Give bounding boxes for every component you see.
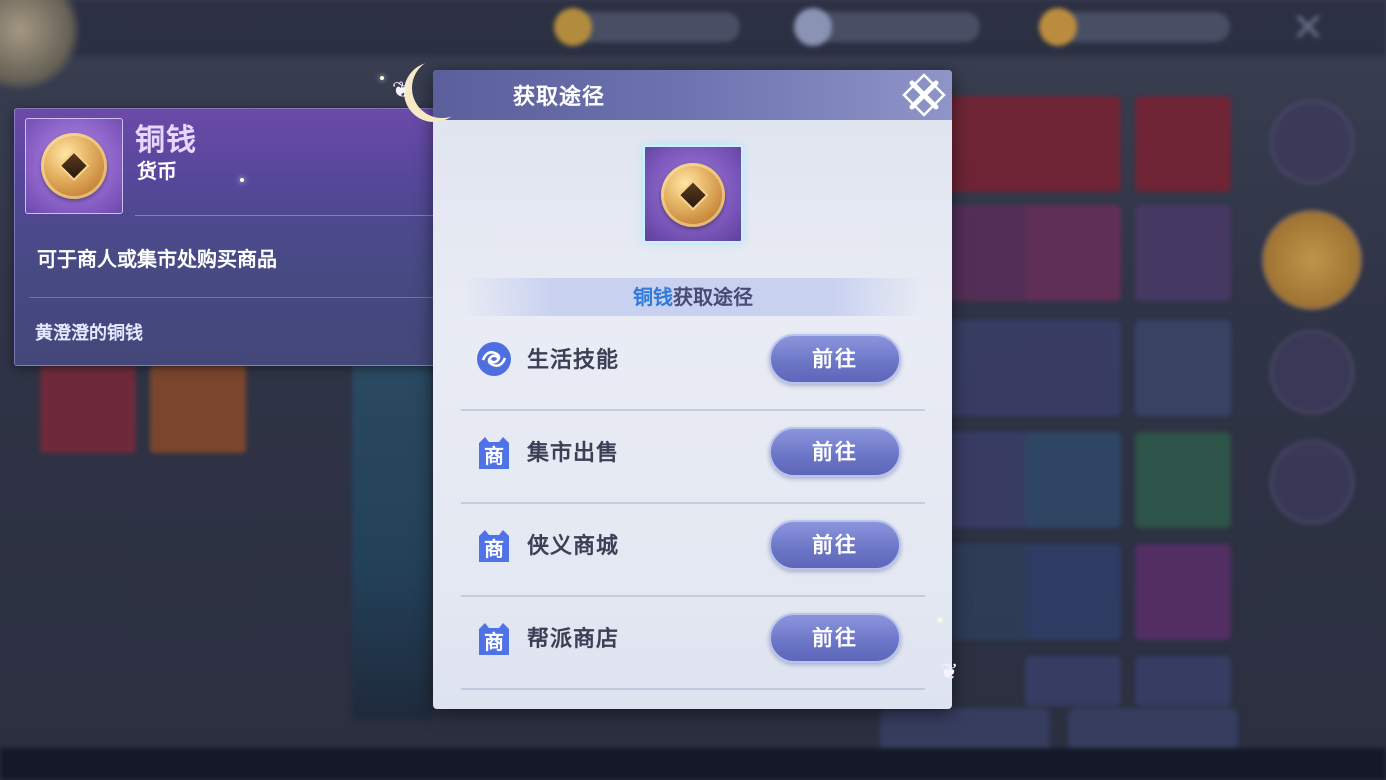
bg-close-icon: ✕ — [1291, 5, 1325, 51]
bg-grid-cell — [1025, 432, 1121, 528]
go-button[interactable]: 前往 — [769, 613, 901, 663]
go-button[interactable]: 前往 — [769, 334, 901, 384]
item-flavor-text: 黄澄澄的铜钱 — [35, 323, 143, 344]
copper-coin-icon — [41, 133, 107, 199]
item-tooltip: 铜钱 货币 可于商人或集市处购买商品 黄澄澄的铜钱 — [14, 108, 466, 366]
bg-grid-cell — [1135, 432, 1231, 528]
bg-grid-cell — [1025, 320, 1121, 416]
bg-bottom-bar — [0, 748, 1386, 780]
bg-lower-button — [1068, 708, 1238, 752]
skill-swirl-icon — [477, 342, 511, 376]
svg-text:商: 商 — [484, 444, 504, 468]
crescent-moon-decoration — [412, 58, 472, 118]
bg-side-button — [1270, 100, 1354, 184]
shop-icon: 商 — [479, 530, 509, 562]
route-label: 侠义商城 — [527, 534, 620, 559]
route-label: 生活技能 — [527, 348, 620, 373]
shop-icon: 商 — [479, 623, 509, 655]
item-type: 货币 — [137, 159, 177, 183]
item-icon-frame — [25, 118, 123, 214]
bg-grid-cell — [1135, 96, 1231, 192]
bg-resource-2 — [794, 8, 980, 46]
sparkle-decoration — [240, 178, 244, 182]
svg-text:商: 商 — [484, 630, 504, 654]
divider — [461, 688, 925, 690]
bg-grid-cell — [1025, 544, 1121, 640]
bg-grid-cell — [1135, 656, 1231, 706]
route-row: 商 侠义商城 前往 — [461, 504, 925, 597]
bg-grid-cell — [1025, 205, 1121, 301]
bg-resource-1 — [554, 8, 740, 46]
bg-card — [150, 365, 246, 453]
close-icon — [902, 73, 946, 117]
route-row: 商 集市出售 前往 — [461, 411, 925, 504]
divider — [135, 215, 445, 216]
heading-item-name: 铜钱 — [633, 285, 673, 309]
bg-side-button — [1270, 440, 1354, 524]
bg-grid-cell — [1025, 656, 1121, 706]
close-button[interactable] — [901, 72, 947, 118]
bg-grid-cell — [1025, 96, 1121, 192]
heading-suffix: 获取途径 — [673, 285, 753, 309]
shop-icon: 商 — [479, 437, 509, 469]
bg-side-button — [1262, 210, 1362, 310]
bg-character — [352, 340, 432, 720]
acquire-route-heading: 铜钱获取途径 — [463, 278, 923, 316]
bg-grid-cell — [1135, 544, 1231, 640]
item-name: 铜钱 — [135, 123, 197, 158]
go-button[interactable]: 前往 — [769, 427, 901, 477]
panel-title: 获取途径 — [513, 85, 606, 110]
bg-lower-button — [880, 708, 1050, 752]
bg-side-button — [1270, 330, 1354, 414]
route-row: 生活技能 前往 — [461, 318, 925, 411]
item-description: 可于商人或集市处购买商品 — [37, 247, 277, 271]
copper-coin-icon — [661, 163, 725, 227]
item-preview-frame — [643, 145, 743, 243]
route-label: 集市出售 — [527, 441, 620, 466]
route-row: 商 帮派商店 前往 — [461, 597, 925, 690]
sparkle-decoration — [380, 76, 384, 80]
bg-grid-cell — [1135, 205, 1231, 301]
route-label: 帮派商店 — [527, 627, 620, 652]
bg-moon-decoration — [0, 0, 80, 90]
sparkle-decoration — [938, 618, 942, 622]
bg-resource-3 — [1039, 8, 1230, 46]
divider — [29, 297, 455, 298]
panel-header — [433, 70, 952, 120]
svg-text:商: 商 — [484, 537, 504, 561]
acquire-panel: 获取途径 铜钱获取途径 生活技能 前往 商 集市出售 前往 商 侠义商城 前往 … — [433, 70, 952, 709]
bg-grid-cell — [1135, 320, 1231, 416]
bg-card — [40, 365, 136, 453]
bird-decoration-icon: ❦ — [940, 660, 959, 685]
bird-decoration-icon: ❦ — [392, 78, 411, 103]
go-button[interactable]: 前往 — [769, 520, 901, 570]
